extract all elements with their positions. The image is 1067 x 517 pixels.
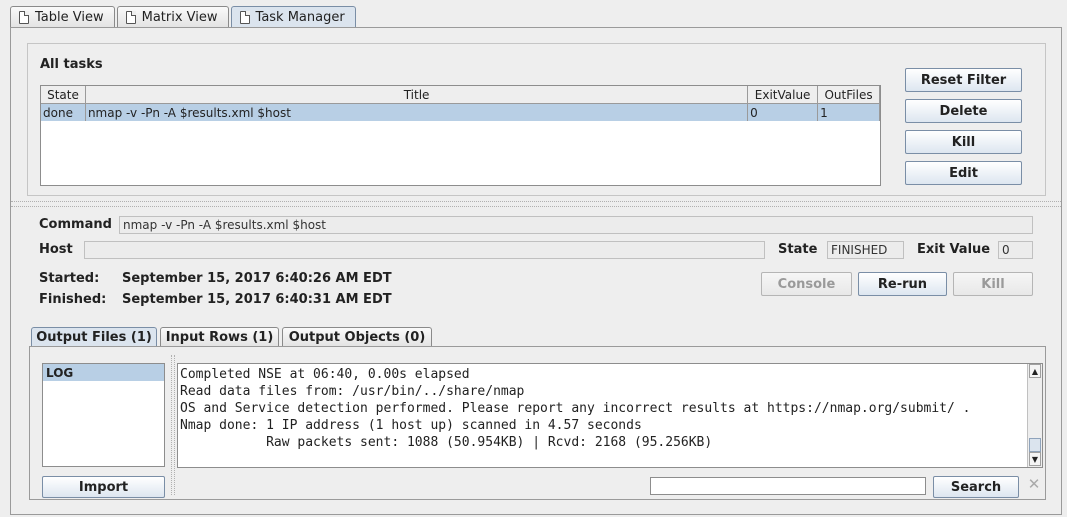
cell-out-files: 1 <box>818 104 880 121</box>
state-field: FINISHED <box>827 241 904 259</box>
split-pane-divider[interactable] <box>11 201 1061 207</box>
scroll-thumb[interactable] <box>1029 438 1041 452</box>
kill-task-button[interactable]: Kill <box>905 130 1022 154</box>
tab-label: Matrix View <box>141 10 218 25</box>
finished-label: Finished: <box>39 292 107 307</box>
exit-value-field: 0 <box>998 241 1033 259</box>
table-header: State Title ExitValue OutFiles <box>41 86 880 104</box>
task-manager-panel: All tasks State Title ExitValue OutFiles… <box>10 27 1062 515</box>
document-icon <box>125 11 136 24</box>
command-label: Command <box>39 217 112 232</box>
log-line: OS and Service detection performed. Plea… <box>180 401 971 416</box>
column-header-exit-value[interactable]: ExitValue <box>748 86 819 103</box>
console-button[interactable]: Console <box>761 272 852 296</box>
started-value: September 15, 2017 6:40:26 AM EDT <box>122 271 392 286</box>
host-field[interactable] <box>84 241 765 259</box>
all-tasks-section: All tasks State Title ExitValue OutFiles… <box>27 43 1046 196</box>
column-header-state[interactable]: State <box>41 86 86 103</box>
split-pane-divider-vertical[interactable] <box>171 355 175 495</box>
import-button[interactable]: Import <box>42 476 165 498</box>
log-line: Raw packets sent: 1088 (50.954KB) | Rcvd… <box>180 435 713 450</box>
output-file-list[interactable]: LOG <box>42 363 165 467</box>
table-row[interactable]: done nmap -v -Pn -A $results.xml $host 0… <box>41 104 880 121</box>
cell-title: nmap -v -Pn -A $results.xml $host <box>86 104 749 121</box>
exit-value-label: Exit Value <box>917 242 991 257</box>
tab-label: Table View <box>35 10 104 25</box>
tab-matrix-view[interactable]: Matrix View <box>116 6 229 28</box>
vertical-scrollbar[interactable]: ▲ ▼ <box>1027 364 1042 467</box>
column-header-out-files[interactable]: OutFiles <box>818 86 880 103</box>
log-text: Completed NSE at 06:40, 0.00s elapsed Rea… <box>180 366 1024 451</box>
cell-state: done <box>41 104 86 121</box>
kill-disabled-button[interactable]: Kill <box>953 272 1033 296</box>
document-icon <box>19 11 29 24</box>
output-files-panel: LOG Import Completed NSE at 06:40, 0.00s… <box>29 346 1046 500</box>
edit-button[interactable]: Edit <box>905 161 1022 185</box>
command-field[interactable]: nmap -v -Pn -A $results.xml $host <box>119 216 1033 234</box>
clear-icon[interactable]: ✕ <box>1026 475 1042 493</box>
delete-button[interactable]: Delete <box>905 99 1022 123</box>
view-tabs: Table View Matrix View Task Manager <box>10 6 358 28</box>
section-title: All tasks <box>40 57 103 72</box>
reset-filter-button[interactable]: Reset Filter <box>905 68 1022 92</box>
tasks-table[interactable]: State Title ExitValue OutFiles done nmap… <box>40 85 881 186</box>
log-line: Nmap done: 1 IP address (1 host up) scan… <box>180 418 642 433</box>
scroll-down-icon[interactable]: ▼ <box>1029 452 1041 466</box>
host-label: Host <box>39 242 73 257</box>
cell-exit-value: 0 <box>748 104 819 121</box>
log-line: Completed NSE at 06:40, 0.00s elapsed <box>180 367 470 382</box>
tab-output-objects[interactable]: Output Objects (0) <box>282 327 432 347</box>
scroll-up-icon[interactable]: ▲ <box>1029 364 1041 378</box>
list-item[interactable]: LOG <box>43 364 164 381</box>
tab-task-manager[interactable]: Task Manager <box>230 6 356 28</box>
log-line: Read data files from: /usr/bin/../share/… <box>180 384 525 399</box>
state-label: State <box>778 242 818 257</box>
tab-output-files[interactable]: Output Files (1) <box>31 327 157 347</box>
document-icon <box>239 11 250 24</box>
log-output-area[interactable]: Completed NSE at 06:40, 0.00s elapsed Rea… <box>177 363 1043 468</box>
column-header-title[interactable]: Title <box>86 86 749 103</box>
finished-value: September 15, 2017 6:40:31 AM EDT <box>122 292 392 307</box>
tab-input-rows[interactable]: Input Rows (1) <box>160 327 279 347</box>
rerun-button[interactable]: Re-run <box>858 272 947 296</box>
search-input[interactable] <box>650 477 926 495</box>
search-button[interactable]: Search <box>933 476 1019 498</box>
tab-table-view[interactable]: Table View <box>10 6 115 28</box>
tab-label: Task Manager <box>255 10 345 25</box>
started-label: Started: <box>39 271 100 286</box>
